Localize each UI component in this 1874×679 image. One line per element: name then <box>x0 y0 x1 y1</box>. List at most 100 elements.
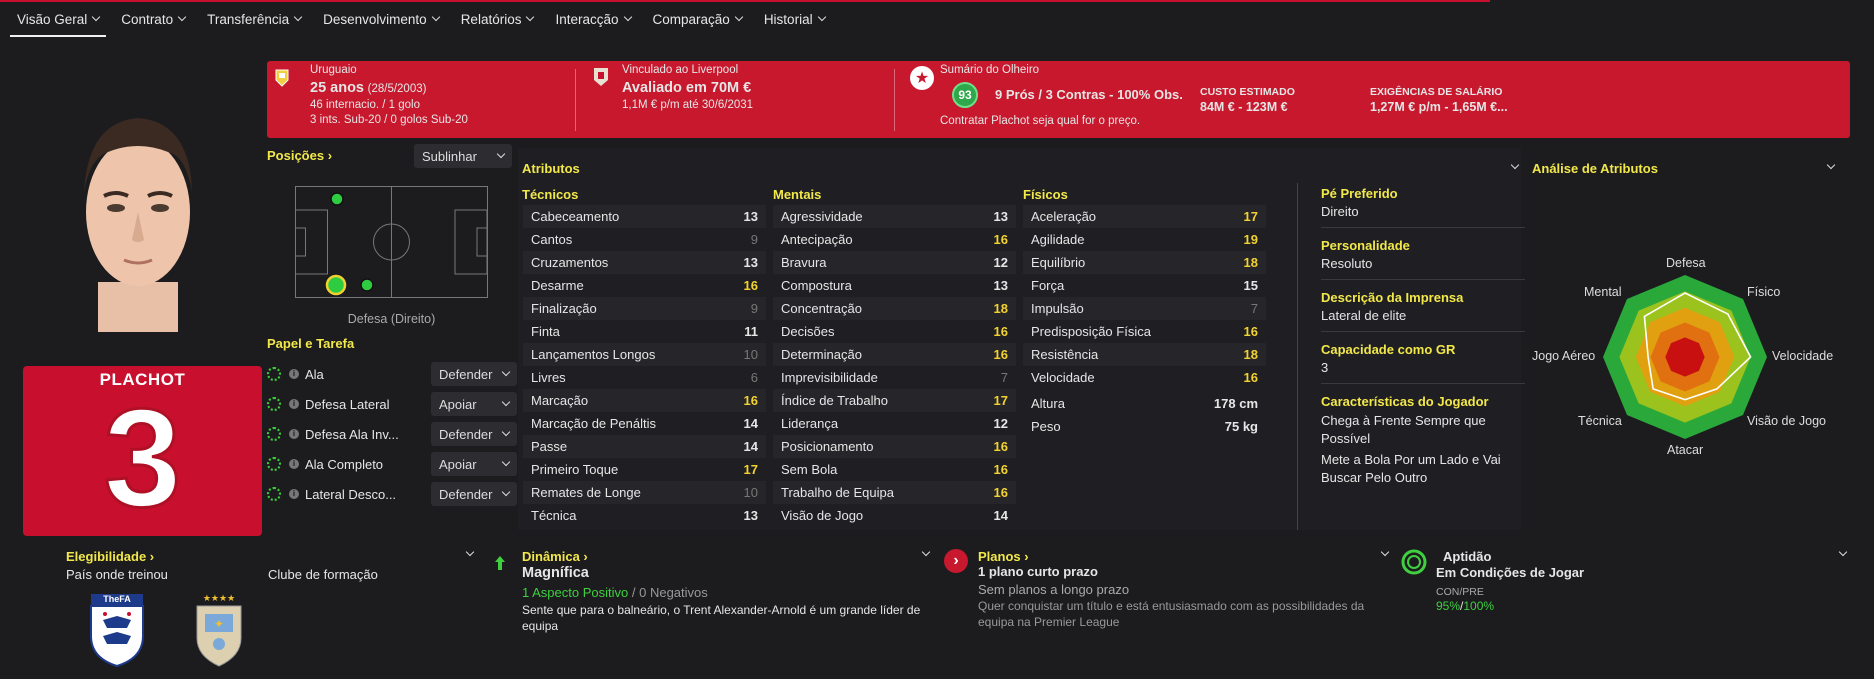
attribute-row[interactable]: Compostura 13 <box>773 274 1016 297</box>
tab-label: Comparação <box>652 11 730 27</box>
positions-link[interactable]: Posições › <box>267 148 332 163</box>
tab-comparacao[interactable]: Comparação <box>646 1 749 37</box>
attribute-name: Agressividade <box>781 209 863 224</box>
attribute-value: 19 <box>1243 232 1258 247</box>
attribute-row[interactable]: Índice de Trabalho 17 <box>773 389 1016 412</box>
duty-dropdown[interactable]: Defender <box>431 482 517 506</box>
attribute-row[interactable]: Resistência 18 <box>1023 343 1266 366</box>
attribute-row[interactable]: Velocidade 16 <box>1023 366 1266 389</box>
info-icon[interactable]: i <box>289 399 299 409</box>
technical-title: Técnicos <box>522 187 579 202</box>
fitness-ring-icon <box>1401 549 1427 575</box>
attribute-row[interactable]: Finta 11 <box>523 320 766 343</box>
tab-transferencia[interactable]: Transferência <box>200 1 308 37</box>
plans-link[interactable]: Planos › <box>978 549 1029 564</box>
role-row[interactable]: i Defesa Ala Inv... Defender <box>267 419 517 449</box>
attribute-row[interactable]: Agressividade 13 <box>773 205 1016 228</box>
attribute-row[interactable]: Cruzamentos 13 <box>523 251 766 274</box>
duty-dropdown[interactable]: Defender <box>431 362 517 386</box>
banner-scout[interactable]: ★ Sumário do Olheiro 93 9 Prós / 3 Contr… <box>910 61 1840 138</box>
duty-dropdown[interactable]: Apoiar <box>431 452 517 476</box>
attribute-row[interactable]: Imprevisibilidade 7 <box>773 366 1016 389</box>
attribute-row[interactable]: Determinação 16 <box>773 343 1016 366</box>
attribute-row[interactable]: Agilidade 19 <box>1023 228 1266 251</box>
attribute-row[interactable]: Posicionamento 16 <box>773 435 1016 458</box>
chevron-down-icon[interactable] <box>1826 160 1836 170</box>
attribute-row[interactable]: Desarme 16 <box>523 274 766 297</box>
attribute-row[interactable]: Técnica 13 <box>523 504 766 527</box>
attribute-row[interactable]: Predisposição Física 16 <box>1023 320 1266 343</box>
dynamics-link[interactable]: Dinâmica › <box>522 549 588 564</box>
attribute-row[interactable]: Aceleração 17 <box>1023 205 1266 228</box>
role-row[interactable]: i Ala Completo Apoiar <box>267 449 517 479</box>
attribute-row[interactable]: Sem Bola 16 <box>773 458 1016 481</box>
tab-visao-geral[interactable]: Visão Geral <box>10 1 107 37</box>
attribute-value: 10 <box>743 485 758 500</box>
attribute-row[interactable]: Finalização 9 <box>523 297 766 320</box>
svg-text:★★★★: ★★★★ <box>203 594 235 604</box>
training-club-label: Clube de formação <box>268 567 378 582</box>
info-icon[interactable]: i <box>289 489 299 499</box>
tab-contrato[interactable]: Contrato <box>114 1 192 37</box>
tab-interaccao[interactable]: Interacção <box>548 1 637 37</box>
attribute-row[interactable]: Marcação 16 <box>523 389 766 412</box>
radar-label: Físico <box>1747 285 1781 299</box>
attribute-row[interactable]: Antecipação 16 <box>773 228 1016 251</box>
uruguay-fa-crest-icon: ★★★★ ✦ <box>196 594 242 667</box>
attribute-row[interactable]: Impulsão 7 <box>1023 297 1266 320</box>
highlight-dropdown[interactable]: Sublinhar <box>414 144 512 168</box>
eligibility-title: Elegibilidade <box>66 549 147 564</box>
radar-label: Defesa <box>1666 256 1706 270</box>
radar-label: Jogo Aéreo <box>1532 349 1596 363</box>
chevron-down-icon[interactable] <box>921 547 931 557</box>
duty-dropdown[interactable]: Defender <box>431 422 517 446</box>
attribute-row[interactable]: Concentração 18 <box>773 297 1016 320</box>
attribute-row[interactable]: Primeiro Toque 17 <box>523 458 766 481</box>
duty-value: Defender <box>439 426 493 442</box>
attribute-row[interactable]: Força 15 <box>1023 274 1266 297</box>
position-dot-primary <box>325 274 347 296</box>
trained-country-label: País onde treinou <box>66 567 168 582</box>
mental-attributes: Agressividade 13 Antecipação 16 Bravura 12 Com… <box>773 205 1016 527</box>
attribute-value: 17 <box>743 462 758 477</box>
role-suitability-icon <box>267 367 281 381</box>
attribute-row[interactable]: Liderança 12 <box>773 412 1016 435</box>
chevron-down-icon[interactable] <box>465 547 475 557</box>
eligibility-link[interactable]: Elegibilidade › <box>66 549 154 564</box>
tab-desenvolvimento[interactable]: Desenvolvimento <box>316 1 446 37</box>
banner-nationality: Uruguaio 25 anos (28/5/2003) 46 internac… <box>275 61 575 138</box>
attribute-row[interactable]: Lançamentos Longos 10 <box>523 343 766 366</box>
attribute-row[interactable]: Decisões 16 <box>773 320 1016 343</box>
attribute-row[interactable]: Bravura 12 <box>773 251 1016 274</box>
info-icon[interactable]: i <box>289 459 299 469</box>
chevron-down-icon[interactable] <box>1838 547 1848 557</box>
tab-historial[interactable]: Historial <box>757 1 832 37</box>
role-suitability-icon <box>267 457 281 471</box>
tab-relatorios[interactable]: Relatórios <box>454 1 541 37</box>
attribute-row[interactable]: Marcação de Penáltis 14 <box>523 412 766 435</box>
match-sharpness-value: 100% <box>1463 599 1495 613</box>
chevron-down-icon[interactable] <box>1380 547 1390 557</box>
attribute-row[interactable]: Cantos 9 <box>523 228 766 251</box>
info-icon[interactable]: i <box>289 369 299 379</box>
attribute-name: Desarme <box>531 278 584 293</box>
attribute-row[interactable]: Trabalho de Equipa 16 <box>773 481 1016 504</box>
star-icon: ★ <box>910 66 934 90</box>
player-value: Avaliado em 70M € <box>622 80 752 96</box>
duty-dropdown[interactable]: Apoiar <box>431 392 517 416</box>
attribute-row[interactable]: Passe 14 <box>523 435 766 458</box>
date-of-birth: (28/5/2003) <box>367 83 427 95</box>
attribute-row[interactable]: Visão de Jogo 14 <box>773 504 1016 527</box>
position-pitch <box>295 186 488 298</box>
info-icon[interactable]: i <box>289 429 299 439</box>
role-name: Ala Completo <box>305 456 384 472</box>
attribute-row[interactable]: Remates de Longe 10 <box>523 481 766 504</box>
role-row[interactable]: i Lateral Desco... Defender <box>267 479 517 509</box>
role-row[interactable]: i Ala Defender <box>267 359 517 389</box>
attribute-value: 16 <box>1243 324 1258 339</box>
attribute-row[interactable]: Cabeceamento 13 <box>523 205 766 228</box>
attribute-row[interactable]: Equilíbrio 18 <box>1023 251 1266 274</box>
attribute-row[interactable]: Livres 6 <box>523 366 766 389</box>
wage-demand-label: EXIGÊNCIAS DE SALÁRIO <box>1370 86 1503 98</box>
role-row[interactable]: i Defesa Lateral Apoiar <box>267 389 517 419</box>
